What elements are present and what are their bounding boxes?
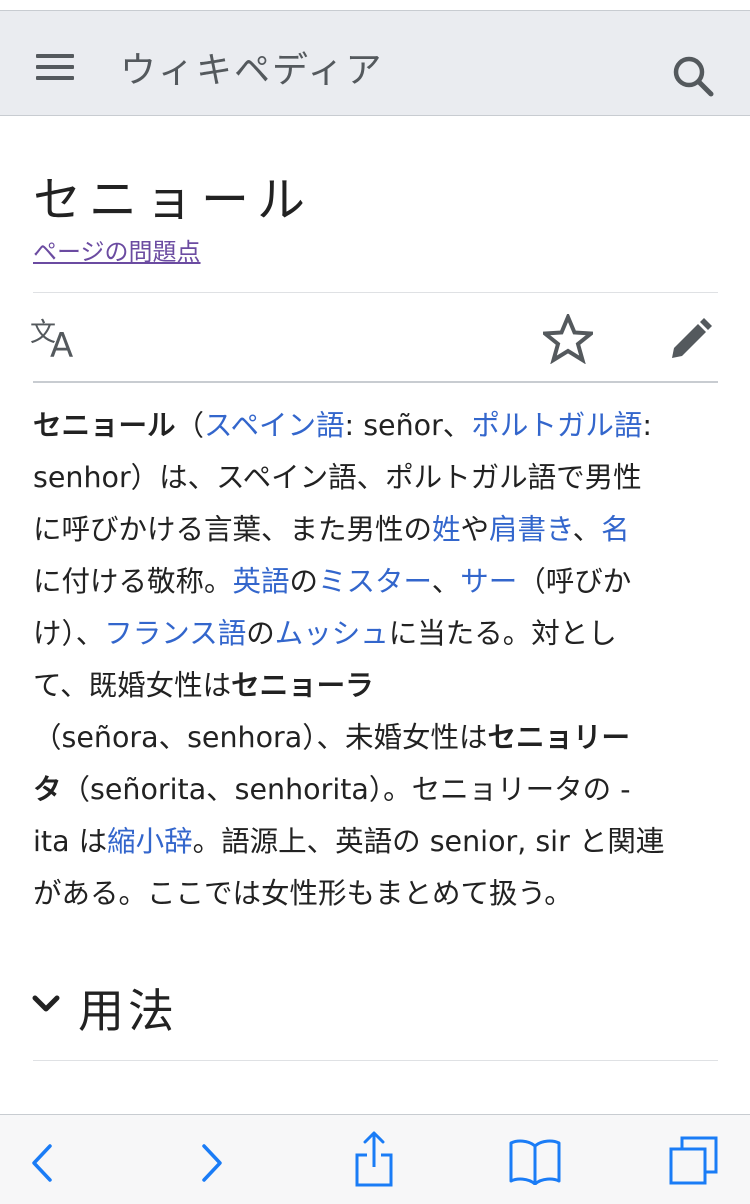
article-line: がある。ここでは女性形もまとめて扱う。	[33, 877, 573, 910]
divider	[33, 292, 718, 293]
back-arrow-icon[interactable]	[30, 1143, 56, 1187]
link-english[interactable]: 英語	[233, 565, 290, 598]
article-line: セニョール（スペイン語: señor、ポルトガル語:	[33, 409, 652, 442]
article-line: に付ける敬称。英語のミスター、サー（呼びか	[33, 565, 632, 598]
section-usage-toggle[interactable]: 用法	[30, 975, 710, 1038]
bold-term: セニョーラ	[231, 669, 374, 702]
link-diminutive[interactable]: 縮小辞	[107, 825, 193, 858]
link-given-name[interactable]: 名	[601, 513, 630, 546]
article-body: セニョール（スペイン語: señor、ポルトガル語: senhor）は、スペイン…	[33, 400, 723, 920]
svg-text:A: A	[50, 326, 73, 361]
article-line: て、既婚女性はセニョーラ	[33, 669, 374, 702]
top-header: ウィキペディア	[0, 10, 750, 116]
forward-arrow-icon[interactable]	[198, 1143, 224, 1187]
hamburger-menu-icon[interactable]	[36, 54, 74, 80]
article-line: に呼びかける言葉、また男性の姓や肩書き、名	[33, 513, 630, 546]
article-line: （señora、senhora）、未婚女性はセニョリー	[33, 721, 630, 754]
article-line: ita は縮小辞。語源上、英語の senior, sir と関連	[33, 825, 665, 858]
browser-toolbar	[0, 1114, 750, 1204]
translate-icon[interactable]: 文 A	[30, 313, 84, 366]
link-portuguese[interactable]: ポルトガル語	[471, 409, 642, 442]
tabs-icon[interactable]	[668, 1135, 720, 1191]
share-icon[interactable]	[354, 1129, 394, 1191]
link-spanish[interactable]: スペイン語	[204, 409, 345, 442]
article-line: け）、フランス語のムッシュに当たる。対とし	[33, 617, 617, 650]
pencil-icon[interactable]	[668, 316, 714, 362]
link-monsieur[interactable]: ムッシュ	[275, 617, 389, 650]
chevron-down-icon	[30, 989, 62, 1019]
link-mister[interactable]: ミスター	[318, 565, 432, 598]
link-french[interactable]: フランス語	[104, 617, 246, 650]
bold-term: セニョリー	[487, 721, 630, 754]
link-title[interactable]: 肩書き	[489, 513, 573, 546]
article-line: senhor）は、スペイン語、ポルトガル語で男性	[33, 461, 642, 494]
section-title: 用法	[78, 984, 178, 1038]
divider	[33, 1060, 718, 1061]
bold-term: タ	[33, 773, 62, 806]
bookmarks-icon[interactable]	[508, 1137, 562, 1189]
page-title: セニョール	[33, 172, 314, 228]
star-icon[interactable]	[539, 311, 597, 365]
article-line: タ（señorita、senhorita）。セニョリータの -	[33, 773, 631, 806]
search-icon[interactable]	[672, 55, 716, 99]
link-surname[interactable]: 姓	[432, 513, 461, 546]
site-title[interactable]: ウィキペディア	[120, 41, 383, 93]
link-sir[interactable]: サー	[460, 565, 517, 598]
bold-term: セニョール	[33, 409, 176, 442]
page-issues-link[interactable]: ページの問題点	[33, 232, 201, 267]
divider	[33, 381, 718, 383]
